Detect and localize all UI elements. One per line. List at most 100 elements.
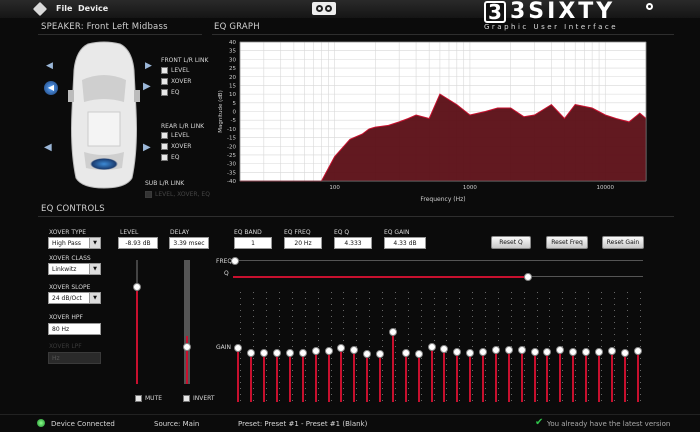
gain-slider-knob[interactable] — [453, 347, 462, 356]
gain-slider-knob[interactable] — [285, 349, 294, 358]
gain-slider-knob[interactable] — [530, 347, 539, 356]
gain-slider-knob[interactable] — [479, 347, 488, 356]
reset-q-button[interactable]: Reset Q — [491, 236, 531, 249]
xover-type-select[interactable]: High Pass ▼ — [48, 237, 101, 249]
gain-slider-knob[interactable] — [298, 349, 307, 358]
gain-slider-fill — [610, 351, 613, 402]
q-slider-knob[interactable] — [524, 273, 533, 281]
level-slider[interactable] — [131, 260, 143, 384]
speaker-icon-rear-left[interactable]: ◀ — [44, 142, 52, 153]
freq-slider-label: FREQ — [216, 258, 233, 265]
reset-freq-button[interactable]: Reset Freq — [546, 236, 588, 249]
front-link-eq-checkbox[interactable] — [161, 89, 168, 96]
mute-checkbox[interactable] — [135, 395, 142, 402]
speaker-icon-front-left-midbass[interactable]: ◀ — [44, 81, 58, 95]
connection-icon — [312, 2, 336, 15]
front-link-xover-checkbox[interactable] — [161, 78, 168, 85]
reset-gain-button[interactable]: Reset Gain — [602, 236, 644, 249]
gain-slider-band-2[interactable] — [247, 292, 256, 402]
xover-hpf-input[interactable]: 80 Hz — [48, 323, 101, 335]
gain-slider-knob[interactable] — [324, 347, 333, 356]
rear-link-level[interactable]: LEVEL — [161, 132, 191, 139]
xover-slope-select[interactable]: 24 dB/Oct ▼ — [48, 292, 101, 304]
eq-q-input[interactable]: 4.333 — [334, 237, 372, 249]
gain-slider-band-20[interactable] — [479, 292, 488, 402]
mute-toggle[interactable]: MUTE — [135, 395, 162, 402]
gain-slider-band-6[interactable] — [298, 292, 307, 402]
gain-slider-knob[interactable] — [427, 343, 436, 352]
gain-slider-band-26[interactable] — [556, 292, 565, 402]
eq-gain-label: EQ GAIN — [384, 229, 410, 236]
front-link-level-checkbox[interactable] — [161, 67, 168, 74]
gain-slider-fill — [520, 350, 523, 402]
gain-slider-knob[interactable] — [582, 347, 591, 356]
gain-slider-band-4[interactable] — [273, 292, 282, 402]
rear-link-level-checkbox[interactable] — [161, 132, 168, 139]
speaker-icon-rear-right[interactable]: ▶ — [143, 142, 151, 153]
gain-slider-band-31[interactable] — [620, 292, 629, 402]
y-tick-label: -15 — [227, 136, 236, 142]
eq-freq-input[interactable]: 20 Hz — [284, 237, 322, 249]
y-tick-label: 5 — [233, 101, 237, 107]
gain-slider-band-30[interactable] — [607, 292, 616, 402]
rear-link-xover[interactable]: XOVER — [161, 143, 191, 150]
gain-slider-band-22[interactable] — [504, 292, 513, 402]
speaker-icon-front-right-midbass[interactable]: ▶ — [143, 81, 151, 92]
gain-slider-band-3[interactable] — [260, 292, 269, 402]
eq-gain-input[interactable]: 4.33 dB — [384, 237, 426, 249]
gain-slider-band-14[interactable] — [401, 292, 410, 402]
gain-slider-band-27[interactable] — [569, 292, 578, 402]
gain-slider-band-16[interactable] — [427, 292, 436, 402]
level-input[interactable]: -8.93 dB — [118, 237, 158, 249]
menu-device[interactable]: Device — [78, 4, 108, 13]
freq-slider-knob[interactable] — [231, 257, 239, 265]
gain-slider-band-29[interactable] — [594, 292, 603, 402]
gain-slider-band-5[interactable] — [285, 292, 294, 402]
front-link-level[interactable]: LEVEL — [161, 67, 191, 74]
gain-slider-band-21[interactable] — [491, 292, 500, 402]
gain-slider-band-13[interactable] — [388, 292, 397, 402]
gain-slider-band-19[interactable] — [466, 292, 475, 402]
gain-slider-band-28[interactable] — [582, 292, 591, 402]
gain-slider-band-10[interactable] — [350, 292, 359, 402]
front-link-eq[interactable]: EQ — [161, 89, 191, 96]
gain-slider-band-9[interactable] — [337, 292, 346, 402]
gain-slider-band-32[interactable] — [633, 292, 642, 402]
gain-slider-band-17[interactable] — [440, 292, 449, 402]
gain-slider-knob[interactable] — [633, 347, 642, 356]
q-slider[interactable] — [233, 272, 643, 282]
gain-slider-band-23[interactable] — [517, 292, 526, 402]
delay-input[interactable]: 3.39 msec — [169, 237, 209, 249]
rear-link-xover-checkbox[interactable] — [161, 143, 168, 150]
gain-slider-band-1[interactable] — [234, 292, 243, 402]
gain-slider-knob[interactable] — [376, 349, 385, 358]
logo: 3 3SIXTY Graphic User Interface — [484, 0, 664, 33]
gain-slider-knob[interactable] — [620, 349, 629, 358]
gain-slider-knob[interactable] — [388, 327, 397, 336]
front-link-xover[interactable]: XOVER — [161, 78, 191, 85]
menu-file[interactable]: File — [56, 4, 72, 13]
gain-slider-band-12[interactable] — [376, 292, 385, 402]
eq-band-input[interactable]: 1 — [234, 237, 272, 249]
invert-toggle[interactable]: INVERT — [183, 395, 215, 402]
freq-slider[interactable] — [231, 256, 643, 266]
gain-slider-band-15[interactable] — [414, 292, 423, 402]
speaker-icon-front-left-tweeter[interactable]: ◀ — [46, 61, 53, 71]
gain-slider-knob[interactable] — [569, 347, 578, 356]
gain-slider-band-25[interactable] — [543, 292, 552, 402]
invert-checkbox[interactable] — [183, 395, 190, 402]
gain-slider-knob[interactable] — [607, 347, 616, 356]
speaker-icon-front-right-tweeter[interactable]: ▶ — [145, 61, 152, 71]
gain-slider-band-7[interactable] — [311, 292, 320, 402]
delay-slider[interactable] — [181, 260, 193, 384]
gain-slider-band-18[interactable] — [453, 292, 462, 402]
xover-class-select[interactable]: Linkwitz ▼ — [48, 263, 101, 275]
gain-slider-knob[interactable] — [401, 348, 410, 357]
level-slider-knob[interactable] — [133, 283, 141, 292]
gain-slider-band-24[interactable] — [530, 292, 539, 402]
gain-slider-band-8[interactable] — [324, 292, 333, 402]
gain-slider-band-11[interactable] — [363, 292, 372, 402]
rear-link-eq[interactable]: EQ — [161, 154, 191, 161]
rear-link-group: LEVEL XOVER EQ — [161, 132, 191, 161]
rear-link-eq-checkbox[interactable] — [161, 154, 168, 161]
